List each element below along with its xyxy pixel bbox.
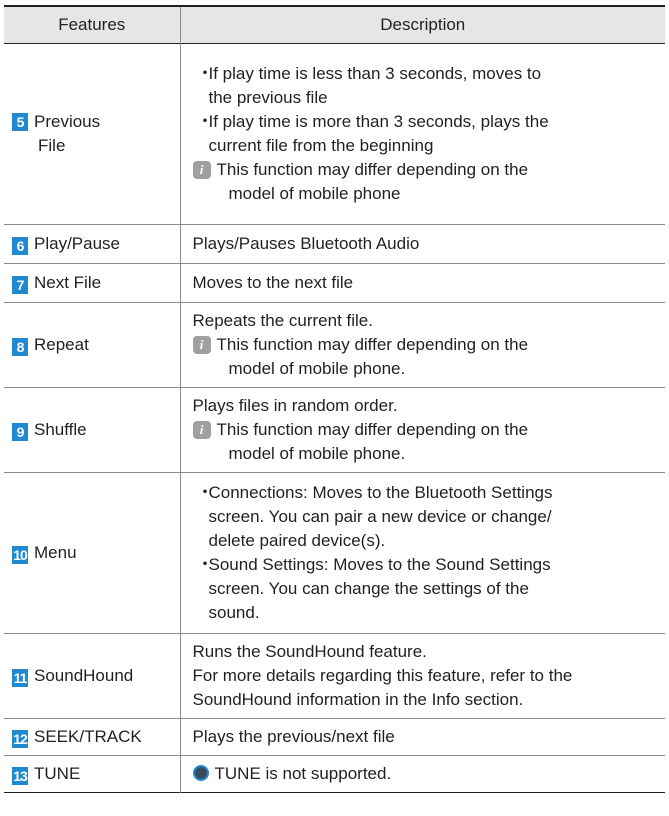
note-text: This function may differ depending on th… [216,160,529,179]
bullet-icon: ・ [196,112,214,131]
bullet-text: If play time is less than 3 seconds, mov… [208,64,542,83]
description-text: SoundHound information in the Info secti… [192,690,524,709]
number-badge: 11 [12,669,28,687]
number-badge: 9 [12,423,28,441]
description-cell: Plays the previous/next file [179,718,665,756]
note-text: model of mobile phone [228,184,401,203]
feature-label: Previous [34,112,101,131]
table-row: 8 Repeat Repeats the current file. i This… [4,302,665,388]
description-text: Repeats the current file. [192,311,373,330]
feature-cell: 9 Shuffle [4,388,180,473]
description-cell: ・ If play time is less than 3 seconds, m… [179,43,665,225]
feature-cell: 6 Play/Pause [4,225,180,264]
description-cell: Plays files in random order. i This func… [179,387,665,473]
description-text: Plays files in random order. [192,396,398,415]
list-item: ・ Connections: Moves to the Bluetooth Se… [193,481,656,553]
feature-cell: 5 Previous File [4,44,180,225]
header-features: Features [4,6,180,44]
description-cell: Moves to the next file [179,263,665,303]
feature-cell: 8 Repeat [4,303,180,388]
number-badge: 13 [12,767,28,785]
list-item: ・ If play time is more than 3 seconds, p… [193,110,656,158]
description-cell: ・ Connections: Moves to the Bluetooth Se… [179,472,665,634]
note-text: model of mobile phone. [228,444,406,463]
note: i This function may differ depending on … [192,418,656,466]
info-icon: i [192,336,211,354]
note: i This function may differ depending on … [192,333,656,381]
features-table: Features Description 5 Previous File ・ I… [4,5,665,793]
bullet-text: delete paired device(s). [208,531,386,550]
bullet-text: current file from the beginning [208,136,434,155]
bullet-icon: ・ [196,64,214,83]
number-badge: 5 [12,113,28,131]
description-cell: Runs the SoundHound feature. For more de… [179,633,665,719]
bullet-list: ・ Connections: Moves to the Bluetooth Se… [193,481,656,625]
table-row: 9 Shuffle Plays files in random order. i … [4,387,665,473]
feature-label: Menu [34,543,77,562]
bullet-text: Sound Settings: Moves to the Sound Setti… [208,555,551,574]
feature-label: Shuffle [34,420,87,439]
bullet-icon: ・ [196,555,214,574]
feature-cell: 13 TUNE [4,756,180,793]
table-row: 13 TUNE TUNE is not supported. [4,755,665,793]
table-header-row: Features Description [4,6,665,44]
list-item: ・ Sound Settings: Moves to the Sound Set… [193,553,656,625]
bullet-icon: ・ [196,483,214,502]
feature-label: File [38,136,66,155]
description-text: TUNE is not supported. [214,764,392,783]
header-description: Description [179,6,665,44]
number-badge: 6 [12,237,28,255]
number-badge: 7 [12,276,28,294]
circle-icon [192,765,209,781]
bullet-text: the previous file [208,88,328,107]
note-text: model of mobile phone. [228,359,406,378]
bullet-text: If play time is more than 3 seconds, pla… [208,112,549,131]
info-icon: i [192,421,211,439]
description-cell: Repeats the current file. i This functio… [179,302,665,388]
feature-label: Next File [34,273,102,292]
bullet-list: ・ If play time is less than 3 seconds, m… [193,62,656,158]
number-badge: 12 [12,730,28,748]
feature-label: SoundHound [34,666,134,685]
list-item: ・ If play time is less than 3 seconds, m… [193,62,656,110]
bullet-text: screen. You can change the settings of t… [208,579,529,598]
bullet-text: screen. You can pair a new device or cha… [208,507,552,526]
description-cell: Plays/Pauses Bluetooth Audio [179,224,665,264]
table-row: 10 Menu ・ Connections: Moves to the Bluet… [4,472,665,634]
feature-label: Repeat [34,335,89,354]
description-text: For more details regarding this feature,… [192,666,573,685]
table-row: 11 SoundHound Runs the SoundHound feature… [4,633,665,719]
number-badge: 10 [12,546,28,564]
note: i This function may differ depending on … [192,158,656,206]
bullet-text: sound. [208,603,260,622]
table-row: 7 Next File Moves to the next file [4,263,665,303]
note-text: This function may differ depending on th… [216,420,529,439]
table-row: 12 SEEK/TRACK Plays the previous/next fil… [4,718,665,756]
description-text: Runs the SoundHound feature. [192,642,427,661]
feature-cell: 12 SEEK/TRACK [4,719,180,756]
info-icon: i [192,161,211,179]
feature-label: Play/Pause [34,234,120,253]
note-text: This function may differ depending on th… [216,335,529,354]
feature-cell: 11 SoundHound [4,634,180,719]
table-row: 5 Previous File ・ If play time is less t… [4,43,665,225]
number-badge: 8 [12,338,28,356]
feature-label: TUNE [34,764,81,783]
table-row: 6 Play/Pause Plays/Pauses Bluetooth Audio [4,224,665,264]
feature-cell: 7 Next File [4,264,180,303]
feature-cell: 10 Menu [4,473,180,634]
feature-label: SEEK/TRACK [34,727,142,746]
description-cell: TUNE is not supported. [179,755,665,793]
bullet-text: Connections: Moves to the Bluetooth Sett… [208,483,553,502]
